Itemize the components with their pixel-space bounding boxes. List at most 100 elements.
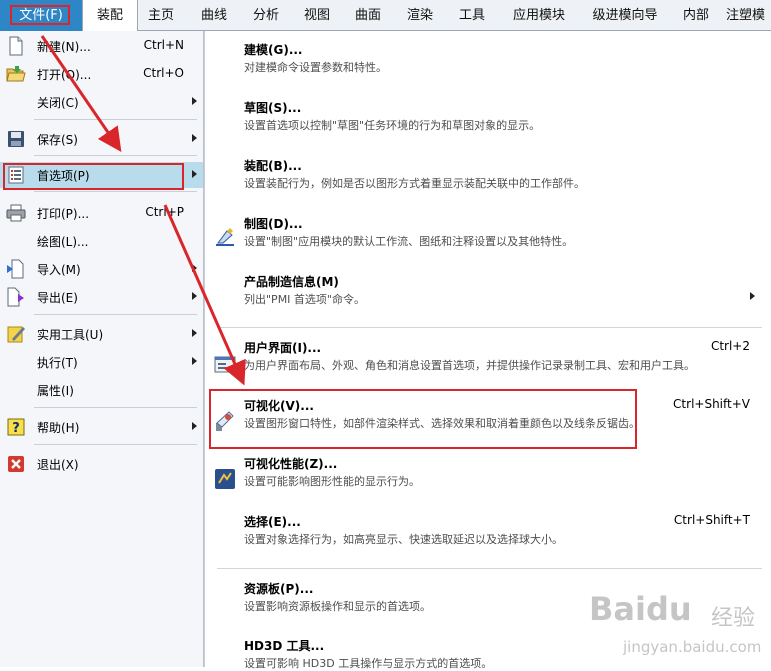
preferences-submenu: 建模(G)... 对建模命令设置参数和特性。 草图(S)... 设置首选项以控制… (204, 31, 771, 670)
tab-view[interactable]: 视图 (294, 0, 340, 31)
printer-icon (6, 203, 26, 223)
menu-item-shortcut: Ctrl+O (143, 66, 184, 80)
new-document-icon (6, 36, 26, 56)
pref-item-drafting[interactable]: 制图(D)... 设置"制图"应用模块的默认工作流、图纸和注释设置以及其他特性。 (205, 205, 771, 263)
menu-item-export[interactable]: 导出(E) (0, 284, 203, 310)
svg-text:?: ? (12, 421, 20, 436)
utilities-icon (6, 324, 26, 344)
tab-internal[interactable]: 内部 (673, 0, 719, 31)
pref-item-desc: 设置可能影响图形性能的显示行为。 (244, 475, 420, 488)
pref-item-visualization-performance[interactable]: 可视化性能(Z)... 设置可能影响图形性能的显示行为。 (205, 447, 771, 505)
pref-item-desc: 设置装配行为，例如是否以图形方式着重显示装配关联中的工作部件。 (244, 177, 585, 190)
submenu-arrow-icon (192, 170, 197, 178)
menu-item-properties[interactable]: 属性(I) (0, 377, 203, 403)
menu-item-exit[interactable]: 退出(X) (0, 451, 203, 477)
menu-item-shortcut: Ctrl+P (145, 205, 184, 219)
tab-home[interactable]: 主页 (138, 0, 184, 31)
menu-item-close[interactable]: 关闭(C) (0, 89, 203, 115)
menu-item-label: 关闭(C) (37, 96, 79, 110)
menu-item-open[interactable]: 打开(O)... Ctrl+O (0, 61, 203, 87)
menu-item-label: 打开(O)... (37, 68, 92, 82)
menu-divider (34, 407, 197, 408)
ribbon-menubar: 文件(F) 装配 主页 曲线 分析 视图 曲面 渲染 工具 应用模块 级进模向导… (0, 0, 771, 31)
pref-item-user-interface[interactable]: 用户界面(I)... Ctrl+2 为用户界面布局、外观、角色和消息设置首选项，… (205, 331, 771, 389)
menu-item-shortcut: Ctrl+N (143, 38, 184, 52)
pref-item-desc: 列出"PMI 首选项"命令。 (244, 293, 365, 306)
pref-item-shortcut: Ctrl+Shift+T (673, 513, 750, 527)
pref-item-assembly[interactable]: 装配(B)... 设置装配行为，例如是否以图形方式着重显示装配关联中的工作部件。 (205, 147, 771, 205)
menu-item-label: 属性(I) (37, 384, 74, 398)
pref-item-desc: 对建模命令设置参数和特性。 (244, 61, 387, 74)
pref-item-title: 产品制造信息(M) (244, 275, 339, 289)
menu-item-save[interactable]: 保存(S) (0, 126, 203, 152)
submenu-arrow-icon (192, 422, 197, 430)
file-tab-highlight-box (10, 5, 70, 25)
tab-progressive-die-wizard[interactable]: 级进模向导 (583, 0, 667, 31)
menu-item-label: 保存(S) (37, 133, 78, 147)
menu-item-execute[interactable]: 执行(T) (0, 349, 203, 375)
pref-item-title: HD3D 工具... (244, 639, 325, 653)
pref-item-title: 装配(B)... (244, 159, 302, 173)
tab-analysis[interactable]: 分析 (243, 0, 289, 31)
pref-item-desc: 设置对象选择行为，如高亮显示、快速选取延迟以及选择球大小。 (244, 533, 563, 546)
tab-render[interactable]: 渲染 (397, 0, 443, 31)
menu-item-label: 实用工具(U) (37, 328, 104, 342)
open-folder-icon (6, 64, 26, 84)
tab-tools[interactable]: 工具 (449, 0, 495, 31)
watermark-url: jingyan.baidu.com (623, 638, 762, 656)
menu-item-label: 绘图(L)... (37, 235, 89, 249)
pref-item-selection[interactable]: 选择(E)... Ctrl+Shift+T 设置对象选择行为，如高亮显示、快速选… (205, 505, 771, 563)
pref-item-title: 建模(G)... (244, 43, 303, 57)
menu-item-label: 导出(E) (37, 291, 78, 305)
tab-application[interactable]: 应用模块 (503, 0, 575, 31)
pref-item-pmi[interactable]: 产品制造信息(M) 列出"PMI 首选项"命令。 (205, 263, 771, 321)
visualization-performance-icon (213, 467, 237, 491)
menu-item-new[interactable]: 新建(N)... Ctrl+N (0, 33, 203, 59)
watermark-brand: Baidu (589, 590, 692, 628)
drafting-icon (213, 225, 237, 249)
pref-item-desc: 设置首选项以控制"草图"任务环境的行为和草图对象的显示。 (244, 119, 541, 132)
pref-item-modeling[interactable]: 建模(G)... 对建模命令设置参数和特性。 (205, 31, 771, 89)
menu-divider (217, 568, 762, 569)
tab-injection-mold[interactable]: 注塑模 (726, 0, 771, 31)
menu-item-plot[interactable]: 绘图(L)... (0, 228, 203, 254)
visualization-highlight-box (209, 389, 637, 449)
submenu-arrow-icon (192, 357, 197, 365)
submenu-arrow-icon (192, 329, 197, 337)
submenu-arrow-icon (750, 292, 755, 300)
menu-item-label: 打印(P)... (37, 207, 90, 221)
submenu-arrow-icon (192, 264, 197, 272)
menu-divider (34, 119, 197, 120)
baidu-jingyan-watermark: Baidu 经验 jingyan.baidu.com (585, 590, 765, 662)
file-menu: 新建(N)... Ctrl+N 打开(O)... Ctrl+O 关闭(C) 保存… (0, 31, 204, 667)
import-icon (6, 259, 26, 279)
tab-curve[interactable]: 曲线 (191, 0, 237, 31)
menu-item-label: 退出(X) (37, 458, 79, 472)
tab-surface[interactable]: 曲面 (345, 0, 391, 31)
user-interface-icon (213, 353, 237, 377)
watermark-zh: 经验 (711, 606, 756, 631)
menu-item-label: 新建(N)... (37, 40, 91, 54)
menu-item-label: 帮助(H) (37, 421, 80, 435)
submenu-arrow-icon (192, 97, 197, 105)
menu-divider (34, 191, 197, 192)
menu-item-utilities[interactable]: 实用工具(U) (0, 321, 203, 347)
pref-item-sketch[interactable]: 草图(S)... 设置首选项以控制"草图"任务环境的行为和草图对象的显示。 (205, 89, 771, 147)
pref-item-desc: 设置"制图"应用模块的默认工作流、图纸和注释设置以及其他特性。 (244, 235, 574, 248)
menu-item-print[interactable]: 打印(P)... Ctrl+P (0, 200, 203, 226)
exit-icon (6, 454, 26, 474)
menu-divider (217, 327, 762, 328)
export-icon (6, 287, 26, 307)
pref-item-title: 选择(E)... (244, 515, 301, 529)
submenu-arrow-icon (192, 292, 197, 300)
tab-file[interactable]: 文件(F) (0, 0, 82, 31)
menu-item-import[interactable]: 导入(M) (0, 256, 203, 282)
menu-divider (34, 155, 197, 156)
menu-item-help[interactable]: ? 帮助(H) (0, 414, 203, 440)
tab-assembly[interactable]: 装配 (82, 0, 138, 31)
submenu-arrow-icon (192, 134, 197, 142)
pref-item-shortcut: Ctrl+Shift+V (673, 397, 750, 411)
save-disk-icon (6, 129, 26, 149)
menu-divider (34, 444, 197, 445)
pref-item-title: 资源板(P)... (244, 582, 314, 596)
